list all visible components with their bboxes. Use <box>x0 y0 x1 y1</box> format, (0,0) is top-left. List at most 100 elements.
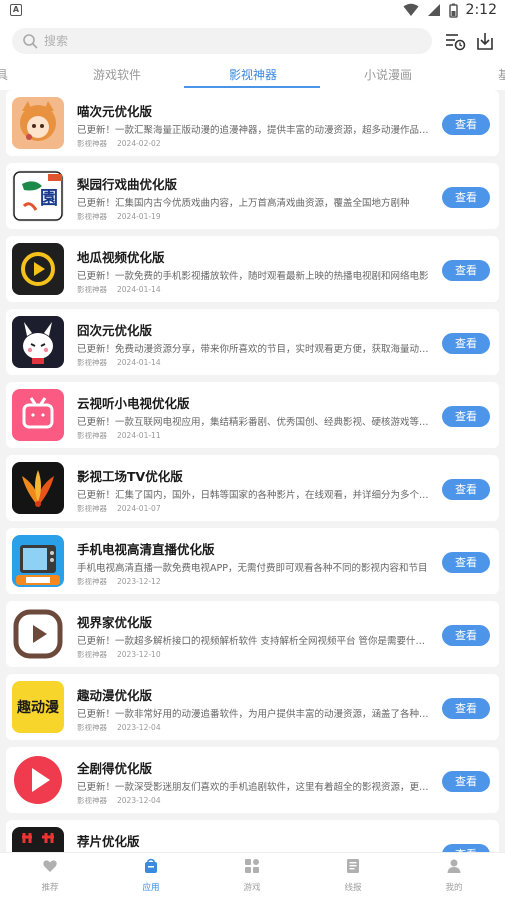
app-meta: 影视神器 2024-01-07 <box>77 503 161 514</box>
list-item[interactable]: 全剧得优化版 已更新！一款深受影迷朋友们喜欢的手机追剧软件，这里有着超全的影视资… <box>6 747 499 813</box>
app-date: 2023-12-12 <box>117 577 161 586</box>
app-category: 影视神器 <box>77 139 107 148</box>
search-bar[interactable] <box>12 28 432 54</box>
play-circle-icon <box>12 243 64 295</box>
red-play-icon <box>12 754 64 806</box>
app-title: 地瓜视频优化版 <box>77 250 165 265</box>
view-button[interactable]: 查看 <box>442 698 490 719</box>
list-item[interactable]: 荐片优化版 查看 <box>6 820 499 852</box>
view-button[interactable]: 查看 <box>442 479 490 500</box>
app-meta: 影视神器 2024-01-19 <box>77 211 161 222</box>
clock: 2:12 <box>465 2 497 18</box>
app-date: 2024-01-07 <box>117 504 161 513</box>
view-button[interactable]: 查看 <box>442 260 490 281</box>
nav-games[interactable]: 游戏 <box>222 858 282 893</box>
jianpian-icon <box>12 827 64 852</box>
tab-games-software[interactable]: 游戏软件 <box>93 66 141 83</box>
app-description: 已更新！一款非常好用的动漫追番软件，为用户提供丰富的动漫资源，涵盖了各种类型 <box>77 709 432 720</box>
app-list: 喵次元优化版 已更新！一款汇聚海量正版动漫的追漫神器，提供丰富的动漫资源，超多动… <box>0 90 505 852</box>
view-button[interactable]: 查看 <box>442 844 490 852</box>
nav-label: 线报 <box>344 883 362 893</box>
download-icon[interactable] <box>474 30 496 52</box>
view-button[interactable]: 查看 <box>442 552 490 573</box>
opera-icon: 園 <box>12 170 64 222</box>
app-date: 2023-12-10 <box>117 650 161 659</box>
status-bar: A 2:12 <box>0 0 505 22</box>
nav-label: 应用 <box>142 883 160 893</box>
user-icon <box>447 859 461 873</box>
app-description: 已更新！一款深受影迷朋友们喜欢的手机追剧软件，这里有着超全的影视资源，更新及时 <box>77 782 432 793</box>
grid-icon <box>245 859 259 873</box>
app-meta: 影视神器 2023-12-10 <box>77 649 161 660</box>
view-button[interactable]: 查看 <box>442 114 490 135</box>
play-outline-icon <box>12 608 64 660</box>
mascot-icon <box>12 316 64 368</box>
app-description: 手机电视高清直播一款免费电视APP，无需付费即可观看各种不同的影视内容和节目 <box>77 563 428 574</box>
qu-dongman-icon: 趣动漫 <box>12 681 64 733</box>
app-title: 喵次元优化版 <box>77 104 153 119</box>
app-title: 囧次元优化版 <box>77 323 153 338</box>
tab-partial-left[interactable]: 具 <box>0 66 8 83</box>
app-meta: 影视神器 2024-01-14 <box>77 284 161 295</box>
view-button[interactable]: 查看 <box>442 406 490 427</box>
list-item[interactable]: 趣动漫 趣动漫优化版 已更新！一款非常好用的动漫追番软件，为用户提供丰富的动漫资… <box>6 674 499 740</box>
notification-a-icon: A <box>10 4 22 16</box>
top-bar <box>0 22 505 62</box>
list-item[interactable]: 囧次元优化版 已更新！免费动漫资源分享，带来你所喜欢的节目，实时观看更方便，获取… <box>6 309 499 375</box>
app-description: 已更新！汇集国内古今优质戏曲内容，上万首高清戏曲资源，覆盖全国地方剧种 <box>77 198 410 209</box>
app-category: 影视神器 <box>77 212 107 221</box>
app-title: 全剧得优化版 <box>77 761 153 776</box>
app-description: 已更新！一款互联网电视应用，集结精彩番剧、优秀国创、经典影视、硬核游戏等内容 <box>77 417 432 428</box>
app-category: 影视神器 <box>77 723 107 732</box>
view-button[interactable]: 查看 <box>442 625 490 646</box>
list-item[interactable]: 云视听小电视优化版 已更新！一款互联网电视应用，集结精彩番剧、优秀国创、经典影视… <box>6 382 499 448</box>
active-tab-indicator <box>184 86 320 88</box>
search-input[interactable] <box>44 34 394 48</box>
app-date: 2023-12-04 <box>117 723 161 732</box>
nav-label: 推荐 <box>41 883 59 893</box>
app-title: 手机电视高清直播优化版 <box>77 542 215 557</box>
list-item[interactable]: 影视工场TV优化版 已更新！汇集了国内，国外，日韩等国家的各种影片，在线观看，并… <box>6 455 499 521</box>
app-date: 2023-12-04 <box>117 796 161 805</box>
category-tabs: 具 游戏软件 影视神器 小说漫画 基 <box>0 62 505 90</box>
app-title: 影视工场TV优化版 <box>77 469 183 484</box>
nav-profile[interactable]: 我的 <box>424 858 484 893</box>
app-category: 影视神器 <box>77 504 107 513</box>
nav-label: 游戏 <box>243 883 261 893</box>
app-title: 梨园行戏曲优化版 <box>77 177 178 192</box>
nav-apps[interactable]: 应用 <box>121 858 181 893</box>
bottom-nav: 推荐 应用 游戏 线报 我的 <box>0 852 505 897</box>
app-description: 已更新！一款汇聚海量正版动漫的追漫神器，提供丰富的动漫资源，超多动漫作品任你选择 <box>77 125 432 136</box>
app-title: 视界家优化版 <box>77 615 153 630</box>
app-meta: 影视神器 2023-12-04 <box>77 722 161 733</box>
tab-partial-right[interactable]: 基 <box>498 66 505 83</box>
view-button[interactable]: 查看 <box>442 333 490 354</box>
tv-icon <box>12 389 64 441</box>
view-button[interactable]: 查看 <box>442 771 490 792</box>
view-button[interactable]: 查看 <box>442 187 490 208</box>
list-item[interactable]: 喵次元优化版 已更新！一款汇聚海量正版动漫的追漫神器，提供丰富的动漫资源，超多动… <box>6 90 499 156</box>
doc-icon <box>347 859 359 873</box>
list-item[interactable]: 地瓜视频优化版 已更新！一款免费的手机影视播放软件，随时观看最新上映的热播电视剧… <box>6 236 499 302</box>
nav-news[interactable]: 线报 <box>323 858 383 893</box>
app-category: 影视神器 <box>77 285 107 294</box>
list-item[interactable]: 视界家优化版 已更新！一款超多解析接口的视频解析软件 支持解析全网视频平台 管你… <box>6 601 499 667</box>
anime-girl-icon <box>12 97 64 149</box>
tab-video-tools[interactable]: 影视神器 <box>229 66 277 83</box>
app-meta: 影视神器 2024-01-14 <box>77 357 161 368</box>
app-date: 2024-01-14 <box>117 285 161 294</box>
bag-icon <box>145 858 157 873</box>
download-manager-icon[interactable] <box>444 30 466 52</box>
tab-novels-comics[interactable]: 小说漫画 <box>364 66 412 83</box>
app-title: 云视听小电视优化版 <box>77 396 190 411</box>
app-meta: 影视神器 2023-12-12 <box>77 576 161 587</box>
retro-tv-icon <box>12 535 64 587</box>
list-item[interactable]: 園 梨园行戏曲优化版 已更新！汇集国内古今优质戏曲内容，上万首高清戏曲资源，覆盖… <box>6 163 499 229</box>
app-category: 影视神器 <box>77 358 107 367</box>
nav-recommend[interactable]: 推荐 <box>20 858 80 893</box>
app-description: 已更新！一款超多解析接口的视频解析软件 支持解析全网视频平台 管你是需要什么视频 <box>77 636 432 647</box>
svg-text:園: 園 <box>40 188 58 209</box>
app-date: 2024-01-11 <box>117 431 161 440</box>
list-item[interactable]: 手机电视高清直播优化版 手机电视高清直播一款免费电视APP，无需付费即可观看各种… <box>6 528 499 594</box>
status-icons: 2:12 <box>403 2 497 18</box>
